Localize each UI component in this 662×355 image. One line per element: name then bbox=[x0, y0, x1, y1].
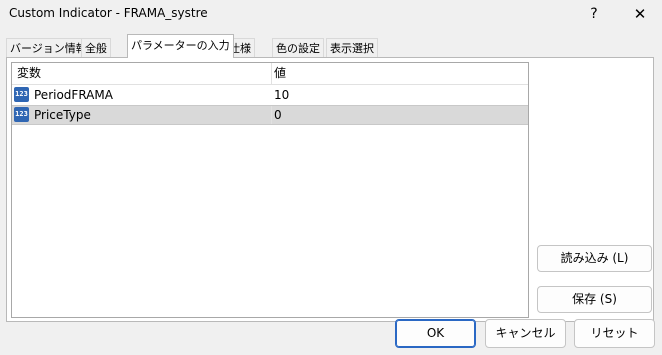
window-title: Custom Indicator - FRAMA_systre bbox=[9, 6, 208, 20]
tab-display-selection[interactable]: 表示選択 bbox=[326, 38, 378, 58]
column-header-variable[interactable]: 変数 bbox=[17, 63, 41, 84]
integer-param-icon: 123 bbox=[14, 107, 29, 122]
param-name: PriceType bbox=[34, 108, 91, 122]
tab-general[interactable]: 全般 bbox=[81, 38, 111, 58]
column-divider[interactable] bbox=[271, 63, 272, 84]
help-icon[interactable]: ? bbox=[582, 3, 606, 25]
ok-button[interactable]: OK bbox=[395, 319, 476, 348]
column-header-value[interactable]: 値 bbox=[274, 63, 286, 84]
parameter-table: 変数 値 123 PeriodFRAMA 10 123 PriceType 0 bbox=[11, 62, 529, 318]
cancel-button[interactable]: キャンセル bbox=[485, 319, 566, 348]
param-value[interactable]: 0 bbox=[274, 106, 282, 124]
tab-parameter-input[interactable]: パラメーターの入力 bbox=[127, 34, 234, 58]
param-value[interactable]: 10 bbox=[274, 85, 289, 105]
param-name: PeriodFRAMA bbox=[34, 88, 113, 102]
table-row[interactable]: 123 PeriodFRAMA 10 bbox=[12, 85, 528, 105]
integer-param-icon: 123 bbox=[14, 87, 29, 102]
tab-color-settings[interactable]: 色の設定 bbox=[272, 38, 324, 58]
load-button[interactable]: 読み込み (L) bbox=[537, 245, 652, 272]
save-button[interactable]: 保存 (S) bbox=[537, 286, 652, 313]
reset-button[interactable]: リセット bbox=[574, 319, 655, 348]
table-header: 変数 値 bbox=[12, 63, 528, 85]
table-row-selected[interactable]: 123 PriceType 0 bbox=[12, 105, 528, 125]
title-bar: Custom Indicator - FRAMA_systre ? ✕ bbox=[0, 0, 662, 30]
column-divider bbox=[271, 106, 272, 124]
close-icon[interactable]: ✕ bbox=[628, 3, 652, 25]
tab-version-info[interactable]: バージョン情報 bbox=[6, 38, 91, 58]
